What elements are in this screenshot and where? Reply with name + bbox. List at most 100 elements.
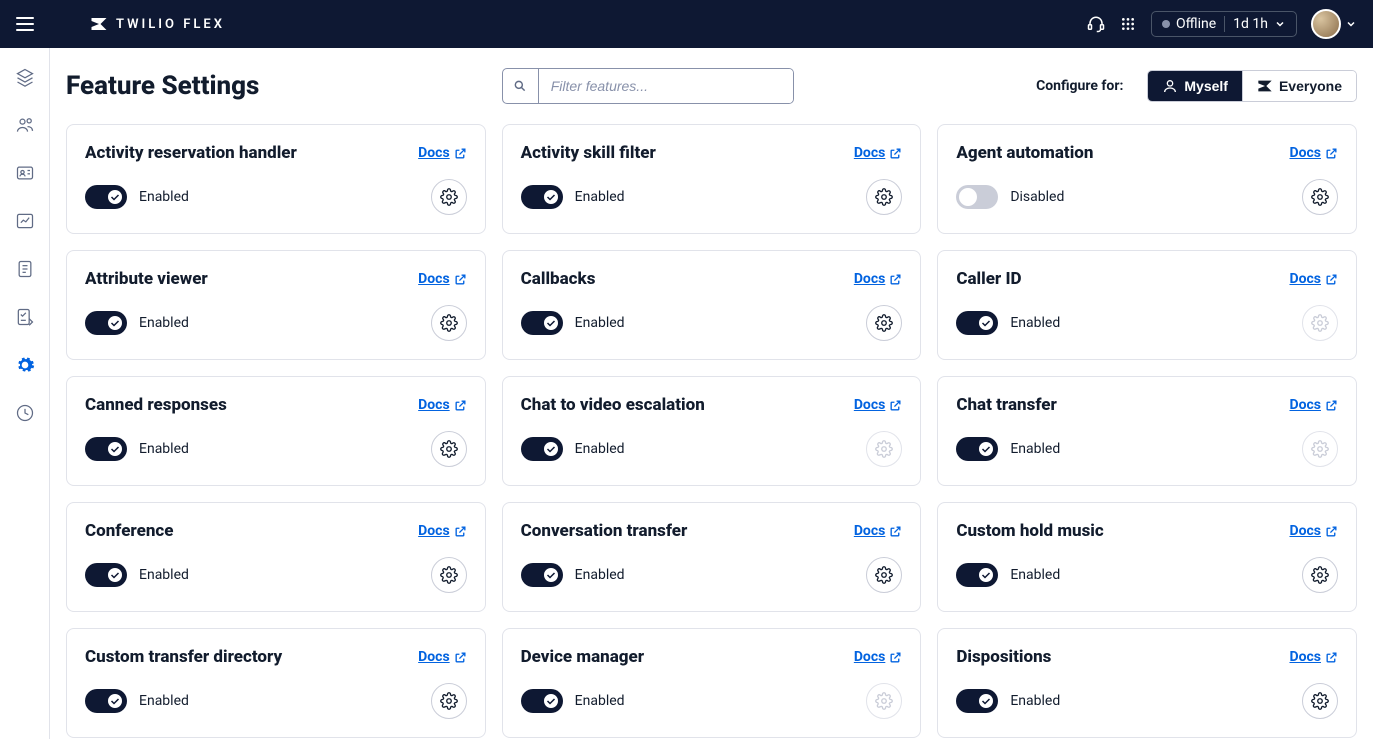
feature-title: Agent automation bbox=[956, 143, 1093, 163]
feature-settings-button[interactable] bbox=[866, 557, 902, 593]
external-link-icon bbox=[1325, 651, 1338, 664]
feature-card: CallbacksDocsEnabled bbox=[502, 250, 922, 360]
feature-card: Chat transferDocsEnabled bbox=[937, 376, 1357, 486]
rail-item-history[interactable] bbox=[14, 402, 36, 424]
main-content: Feature Settings Configure for: Myself E… bbox=[50, 48, 1373, 739]
chevron-down-icon bbox=[1345, 18, 1357, 30]
toggle-state-label: Enabled bbox=[139, 441, 189, 457]
feature-toggle[interactable] bbox=[85, 689, 127, 713]
feature-settings-button[interactable] bbox=[431, 683, 467, 719]
toggle-state-label: Enabled bbox=[1010, 441, 1060, 457]
feature-card: Custom transfer directoryDocsEnabled bbox=[66, 628, 486, 738]
toggle-state-label: Enabled bbox=[575, 315, 625, 331]
hamburger-menu-icon[interactable] bbox=[16, 15, 34, 33]
feature-toggle[interactable] bbox=[521, 563, 563, 587]
docs-link[interactable]: Docs bbox=[854, 397, 903, 413]
headset-icon[interactable] bbox=[1087, 15, 1105, 33]
toggle-knob bbox=[542, 314, 560, 332]
feature-settings-button[interactable] bbox=[431, 179, 467, 215]
person-icon bbox=[1162, 78, 1178, 94]
chevron-down-icon bbox=[1274, 18, 1286, 30]
user-menu[interactable] bbox=[1311, 9, 1357, 39]
feature-title: Dispositions bbox=[956, 647, 1051, 667]
feature-settings-button bbox=[866, 683, 902, 719]
rail-item-checklist[interactable] bbox=[14, 306, 36, 328]
docs-link[interactable]: Docs bbox=[854, 523, 903, 539]
docs-link[interactable]: Docs bbox=[1289, 271, 1338, 287]
docs-link[interactable]: Docs bbox=[418, 145, 467, 161]
presence-status-selector[interactable]: Offline 1d 1h bbox=[1151, 11, 1297, 37]
feature-settings-button[interactable] bbox=[1302, 683, 1338, 719]
feature-card: Device managerDocsEnabled bbox=[502, 628, 922, 738]
docs-link[interactable]: Docs bbox=[1289, 649, 1338, 665]
docs-link[interactable]: Docs bbox=[854, 271, 903, 287]
feature-toggle[interactable] bbox=[956, 311, 998, 335]
feature-toggle[interactable] bbox=[85, 437, 127, 461]
external-link-icon bbox=[1325, 273, 1338, 286]
feature-toggle[interactable] bbox=[521, 185, 563, 209]
docs-link[interactable]: Docs bbox=[854, 145, 903, 161]
feature-title: Attribute viewer bbox=[85, 269, 208, 289]
feature-toggle[interactable] bbox=[85, 563, 127, 587]
docs-link[interactable]: Docs bbox=[418, 397, 467, 413]
feature-card: Activity reservation handlerDocsEnabled bbox=[66, 124, 486, 234]
rail-item-people[interactable] bbox=[14, 114, 36, 136]
feature-toggle[interactable] bbox=[521, 689, 563, 713]
scope-everyone-button[interactable]: Everyone bbox=[1242, 71, 1356, 101]
feature-toggle[interactable] bbox=[956, 563, 998, 587]
feature-title: Activity skill filter bbox=[521, 143, 656, 163]
feature-settings-button bbox=[866, 431, 902, 467]
external-link-icon bbox=[454, 651, 467, 664]
docs-link[interactable]: Docs bbox=[1289, 397, 1338, 413]
feature-title: Caller ID bbox=[956, 269, 1021, 289]
toggle-state-label: Enabled bbox=[139, 315, 189, 331]
toggle-knob bbox=[542, 692, 560, 710]
toggle-knob bbox=[977, 440, 995, 458]
feature-search bbox=[502, 68, 794, 104]
feature-toggle[interactable] bbox=[85, 185, 127, 209]
feature-toggle[interactable] bbox=[956, 185, 998, 209]
toggle-state-label: Enabled bbox=[575, 189, 625, 205]
feature-card: Agent automationDocsDisabled bbox=[937, 124, 1357, 234]
docs-link[interactable]: Docs bbox=[418, 271, 467, 287]
feature-settings-button[interactable] bbox=[866, 179, 902, 215]
toggle-knob bbox=[106, 188, 124, 206]
rail-item-layers[interactable] bbox=[14, 66, 36, 88]
feature-settings-button[interactable] bbox=[431, 557, 467, 593]
left-nav-rail bbox=[0, 48, 50, 739]
feature-settings-button[interactable] bbox=[1302, 179, 1338, 215]
toggle-knob bbox=[106, 692, 124, 710]
feature-card: Conversation transferDocsEnabled bbox=[502, 502, 922, 612]
toggle-knob bbox=[977, 314, 995, 332]
rail-item-tablet[interactable] bbox=[14, 258, 36, 280]
rail-item-settings[interactable] bbox=[14, 354, 36, 376]
feature-settings-button[interactable] bbox=[1302, 557, 1338, 593]
rail-item-id-card[interactable] bbox=[14, 162, 36, 184]
toggle-knob bbox=[542, 440, 560, 458]
search-input[interactable] bbox=[539, 69, 793, 103]
feature-settings-button bbox=[1302, 305, 1338, 341]
toggle-state-label: Enabled bbox=[575, 441, 625, 457]
docs-link[interactable]: Docs bbox=[418, 523, 467, 539]
rail-item-chart[interactable] bbox=[14, 210, 36, 232]
external-link-icon bbox=[1325, 147, 1338, 160]
feature-toggle[interactable] bbox=[85, 311, 127, 335]
feature-settings-button[interactable] bbox=[431, 305, 467, 341]
apps-grid-icon[interactable] bbox=[1119, 15, 1137, 33]
toggle-state-label: Enabled bbox=[139, 189, 189, 205]
search-icon[interactable] bbox=[503, 69, 539, 103]
feature-card: DispositionsDocsEnabled bbox=[937, 628, 1357, 738]
feature-toggle[interactable] bbox=[521, 311, 563, 335]
feature-toggle[interactable] bbox=[956, 437, 998, 461]
feature-toggle[interactable] bbox=[956, 689, 998, 713]
external-link-icon bbox=[889, 525, 902, 538]
docs-link[interactable]: Docs bbox=[418, 649, 467, 665]
feature-settings-button[interactable] bbox=[866, 305, 902, 341]
docs-link[interactable]: Docs bbox=[1289, 145, 1338, 161]
feature-toggle[interactable] bbox=[521, 437, 563, 461]
feature-settings-button[interactable] bbox=[431, 431, 467, 467]
docs-link[interactable]: Docs bbox=[854, 649, 903, 665]
feature-card: Custom hold musicDocsEnabled bbox=[937, 502, 1357, 612]
scope-myself-button[interactable]: Myself bbox=[1148, 71, 1242, 101]
docs-link[interactable]: Docs bbox=[1289, 523, 1338, 539]
